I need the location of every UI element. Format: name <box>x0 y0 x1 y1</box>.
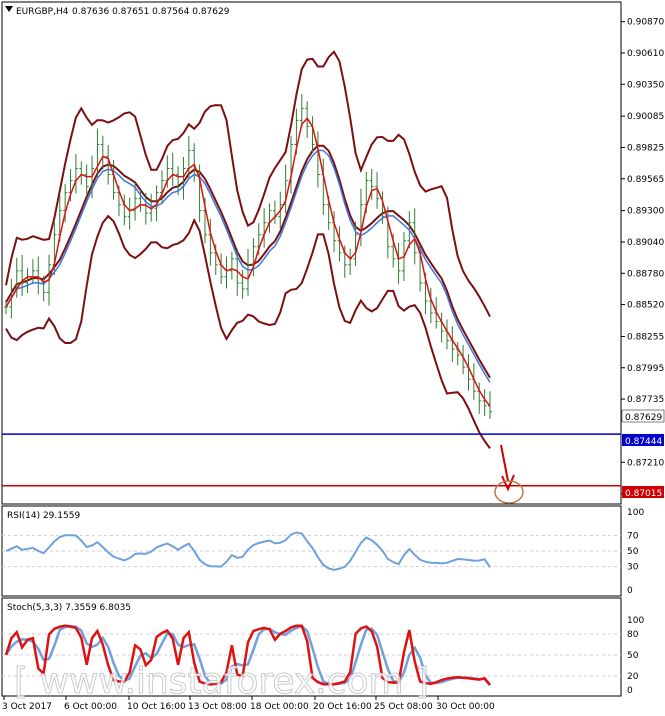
price-tick-label: 0.88780 <box>627 269 664 279</box>
price-tick-label: 0.87210 <box>627 458 664 468</box>
stoch-axis: 100 80 50 20 0 <box>627 616 644 696</box>
price-tick-label: 0.90870 <box>627 18 664 28</box>
rsi-axis: 100 70 50 30 0 <box>627 508 644 596</box>
symbol-label: EURGBP,H4 <box>16 7 69 17</box>
time-tick-label: 6 Oct 00:00 <box>64 702 117 712</box>
price-tick-label: 0.87735 <box>627 395 664 405</box>
price-tick-label: 0.88520 <box>627 301 664 311</box>
indicator-tick-label: 80 <box>627 630 639 640</box>
time-tick-label: 3 Oct 2017 <box>2 702 52 712</box>
indicator-tick-label: 30 <box>627 563 639 573</box>
time-tick-label: 18 Oct 00:00 <box>250 702 309 712</box>
trading-chart: 0.90870 0.90610 0.90350 0.90085 0.89825 0.895… <box>1 1 665 712</box>
ohlc-values: 0.87636 0.87651 0.87564 0.87629 <box>72 7 230 17</box>
indicator-tick-label: 70 <box>627 531 639 541</box>
price-tick-label: 0.90610 <box>627 49 664 59</box>
indicator-tick-label: 20 <box>627 672 639 682</box>
svg-text:0.87015: 0.87015 <box>625 489 662 499</box>
indicator-tick-label: 100 <box>627 508 644 518</box>
indicator-tick-label: 0 <box>627 686 633 696</box>
target-price-label: 0.87015 <box>622 486 664 499</box>
price-tick-label: 0.89565 <box>627 175 664 185</box>
time-tick-label: 13 Oct 08:00 <box>188 702 247 712</box>
price-tick-label: 0.89825 <box>627 143 664 153</box>
price-tick-label: 0.90085 <box>627 112 664 122</box>
svg-text:0.87629: 0.87629 <box>625 413 662 423</box>
price-axis: 0.90870 0.90610 0.90350 0.90085 0.89825 0.895… <box>621 18 664 500</box>
price-tick-label: 0.90350 <box>627 80 664 90</box>
stoch-label: Stoch(5,3,3) 7.3559 6.8035 <box>7 603 131 613</box>
indicator-tick-label: 100 <box>627 616 644 626</box>
indicator-tick-label: 50 <box>627 651 639 661</box>
price-tick-label: 0.88255 <box>627 332 664 342</box>
time-tick-label: 20 Oct 16:00 <box>313 702 372 712</box>
support-price-label: 0.87444 <box>622 434 664 447</box>
price-tick-label: 0.89300 <box>627 207 664 217</box>
indicator-tick-label: 0 <box>627 586 633 596</box>
indicator-tick-label: 50 <box>627 547 639 557</box>
time-tick-label: 10 Oct 16:00 <box>127 702 186 712</box>
rsi-label: RSI(14) 29.1559 <box>7 511 80 521</box>
svg-text:0.87444: 0.87444 <box>625 437 662 447</box>
watermark: [ www.instaforex.com ] <box>14 661 429 702</box>
time-tick-label: 30 Oct 00:00 <box>436 702 495 712</box>
current-price-label: 0.87629 <box>621 409 665 423</box>
price-tick-label: 0.87995 <box>627 364 664 374</box>
time-tick-label: 25 Oct 08:00 <box>374 702 433 712</box>
price-tick-label: 0.89040 <box>627 238 664 248</box>
